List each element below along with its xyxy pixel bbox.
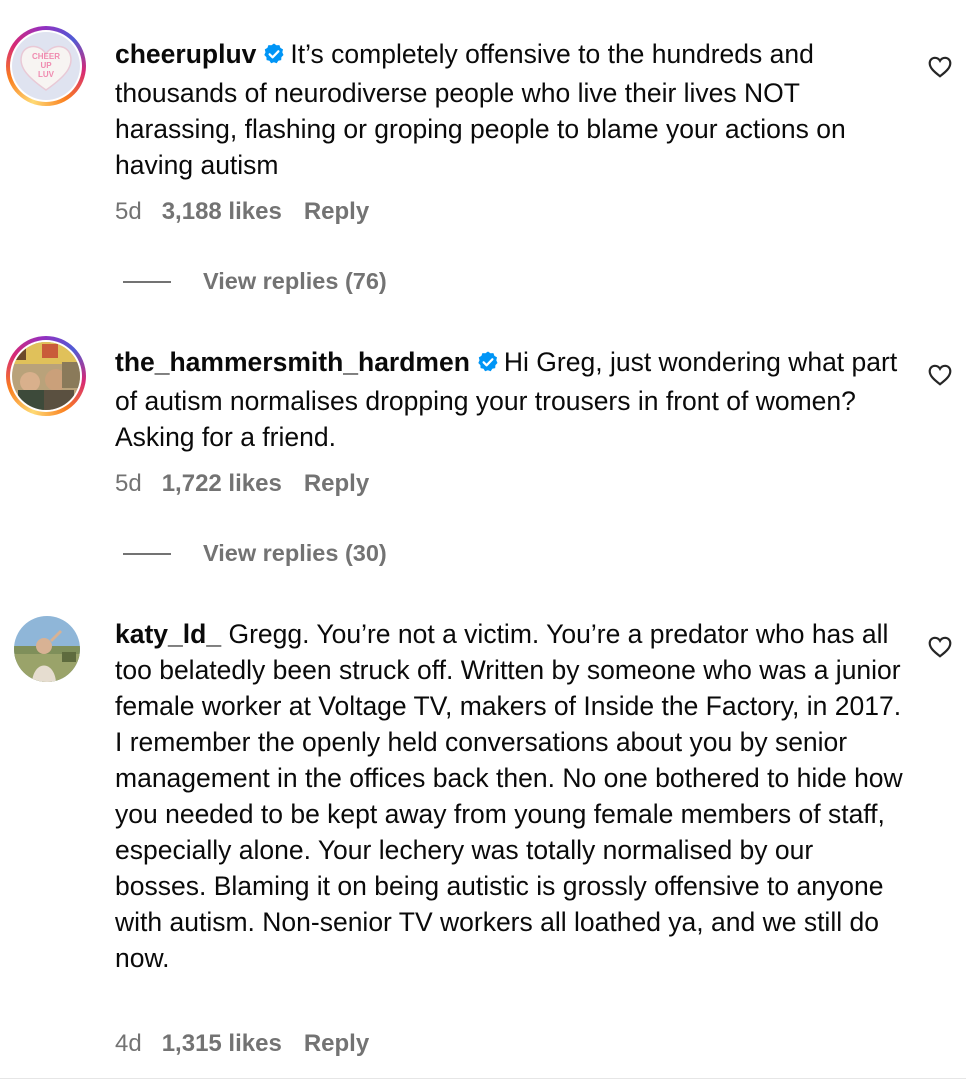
comment-age: 4d <box>115 1030 142 1057</box>
comment-age: 5d <box>115 198 142 225</box>
username-link[interactable]: the_hammersmith_hardmen <box>115 347 470 377</box>
reply-button[interactable]: Reply <box>304 198 369 225</box>
view-replies-label[interactable]: View replies (76) <box>203 268 387 295</box>
comment-age: 5d <box>115 470 142 497</box>
heart-outline-icon[interactable] <box>927 362 953 388</box>
replies-divider <box>123 280 171 283</box>
like-count[interactable]: 1,315 likes <box>162 1030 282 1057</box>
avatar[interactable] <box>6 336 86 416</box>
avatar[interactable]: CHEER UP LUV <box>6 26 86 106</box>
username-link[interactable]: cheerupluv <box>115 39 256 69</box>
bottom-divider <box>0 1078 966 1079</box>
comment-meta: 5d 3,188 likes Reply <box>115 198 391 226</box>
like-count[interactable]: 1,722 likes <box>162 470 282 497</box>
comment-body: katy_ld_ Gregg. You’re not a victim. You… <box>115 616 905 976</box>
comment-meta: 4d 1,315 likes Reply <box>115 1030 391 1058</box>
reply-button[interactable]: Reply <box>304 1030 369 1057</box>
reply-button[interactable]: Reply <box>304 470 369 497</box>
comment-body: cheerupluv It’s completely offensive to t… <box>115 36 905 183</box>
svg-text:LUV: LUV <box>38 70 55 79</box>
like-count[interactable]: 3,188 likes <box>162 198 282 225</box>
avatar[interactable] <box>14 616 80 682</box>
svg-text:UP: UP <box>40 61 52 70</box>
replies-divider <box>123 552 171 555</box>
username-link[interactable]: katy_ld_ <box>115 619 221 649</box>
verified-badge-icon <box>476 347 500 383</box>
group-photo-avatar-image <box>12 342 80 410</box>
comment-body: the_hammersmith_hardmen Hi Greg, just won… <box>115 344 905 455</box>
svg-text:CHEER: CHEER <box>32 52 60 61</box>
verified-badge-icon <box>262 39 286 75</box>
heart-outline-icon[interactable] <box>927 54 953 80</box>
view-replies-button[interactable]: View replies (30) <box>123 540 387 567</box>
candy-heart-avatar-image: CHEER UP LUV <box>12 32 80 100</box>
comment-text: Gregg. You’re not a victim. You’re a pre… <box>115 619 903 973</box>
heart-outline-icon[interactable] <box>927 634 953 660</box>
outdoor-photo-avatar-image <box>14 616 80 682</box>
comment-meta: 5d 1,722 likes Reply <box>115 470 391 498</box>
view-replies-button[interactable]: View replies (76) <box>123 268 387 295</box>
view-replies-label[interactable]: View replies (30) <box>203 540 387 567</box>
